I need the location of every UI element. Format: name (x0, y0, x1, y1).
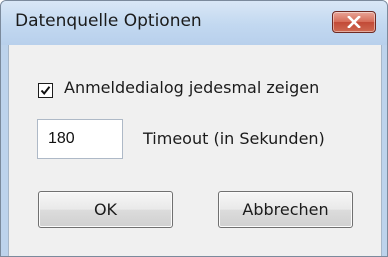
cancel-button[interactable]: Abbrechen (218, 191, 353, 228)
show-login-checkbox[interactable] (38, 83, 53, 98)
title-bar[interactable]: Datenquelle Optionen (1, 1, 387, 45)
show-login-label[interactable]: Anmeldedialog jedesmal zeigen (64, 78, 319, 97)
timeout-label: Timeout (in Sekunden) (143, 129, 325, 148)
close-button[interactable] (332, 11, 376, 33)
checkmark-icon (40, 86, 51, 96)
window-title: Datenquelle Optionen (15, 11, 202, 31)
ok-button[interactable]: OK (38, 191, 173, 228)
close-icon (347, 16, 361, 28)
dialog-window: Datenquelle Optionen Anmeldedialog jedes… (0, 0, 388, 257)
dialog-content: Anmeldedialog jedesmal zeigen 180 Timeou… (8, 45, 382, 256)
timeout-input[interactable]: 180 (37, 119, 123, 159)
